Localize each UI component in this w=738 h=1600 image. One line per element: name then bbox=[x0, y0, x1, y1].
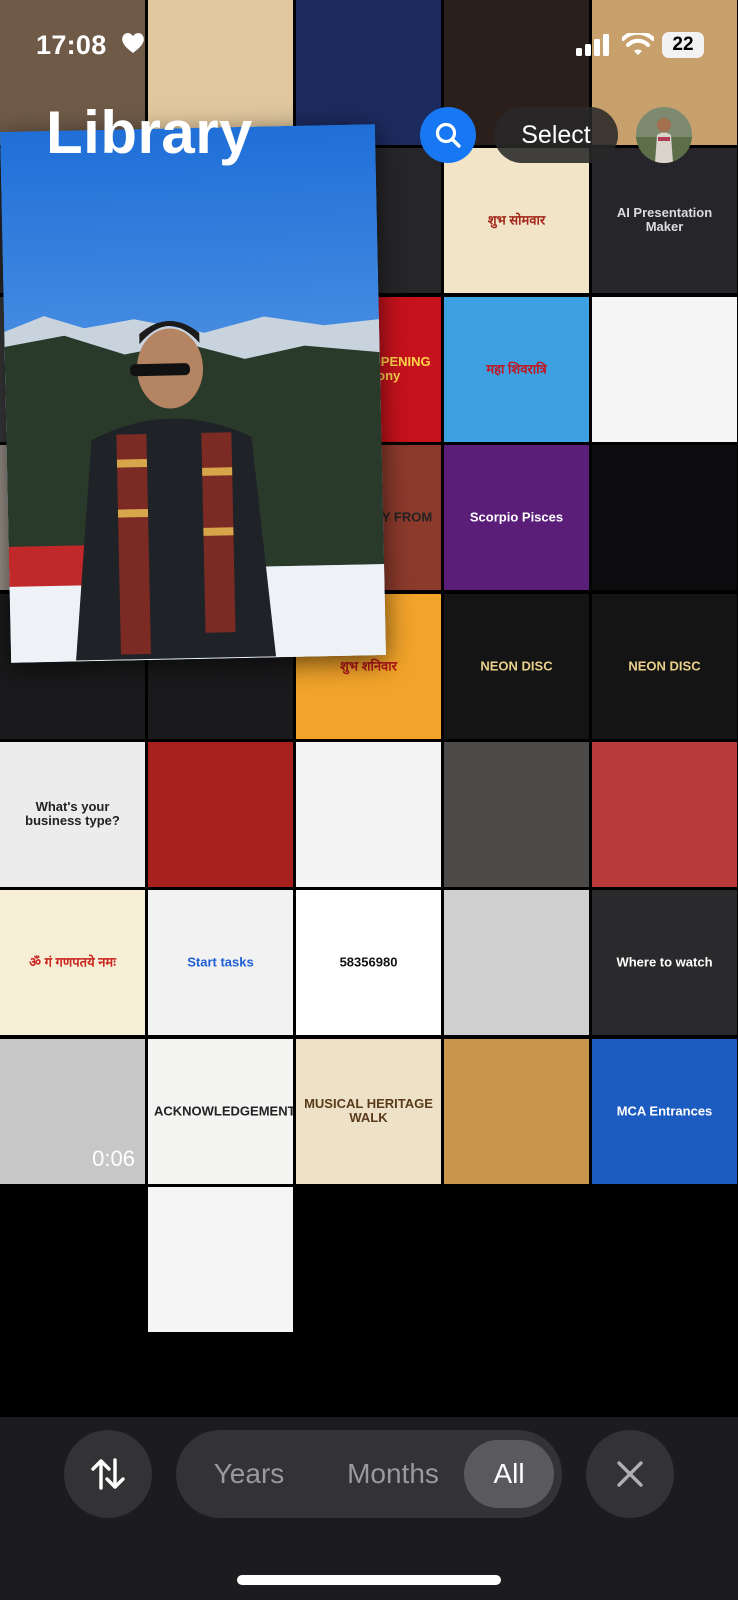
sort-arrows-icon bbox=[91, 1458, 125, 1490]
status-time: 17:08 bbox=[36, 30, 107, 60]
thumbnail-caption: AI Presentation Maker bbox=[616, 204, 713, 235]
segment-months[interactable]: Months bbox=[328, 1430, 458, 1518]
home-indicator bbox=[237, 1575, 501, 1585]
wifi-icon bbox=[622, 33, 654, 55]
photo-thumbnail[interactable]: ACKNOWLEDGEMENT bbox=[148, 1039, 293, 1184]
photo-thumbnail[interactable] bbox=[0, 1187, 145, 1332]
thumbnail-caption: What's your business type? bbox=[25, 798, 120, 829]
heart-icon bbox=[122, 33, 144, 53]
search-icon bbox=[435, 122, 461, 148]
photo-thumbnail[interactable] bbox=[592, 445, 737, 590]
featured-photo-image bbox=[0, 124, 387, 663]
thumbnail-caption: Start tasks bbox=[187, 954, 254, 970]
photo-thumbnail[interactable]: Where to watch bbox=[592, 890, 737, 1035]
sort-button[interactable] bbox=[64, 1430, 152, 1518]
photo-thumbnail[interactable]: महा शिवरात्रि bbox=[444, 297, 589, 442]
photo-thumbnail[interactable] bbox=[444, 742, 589, 887]
view-segmented-control: Years Months All bbox=[176, 1430, 562, 1518]
video-duration: 0:06 bbox=[92, 1146, 135, 1171]
featured-photo[interactable] bbox=[0, 124, 387, 663]
photo-thumbnail[interactable] bbox=[592, 297, 737, 442]
photo-thumbnail[interactable] bbox=[444, 1039, 589, 1184]
photo-thumbnail[interactable]: Start tasks bbox=[148, 890, 293, 1035]
photo-thumbnail[interactable]: NEON DISC bbox=[592, 594, 737, 739]
photo-thumbnail[interactable]: 0:06 bbox=[0, 1039, 145, 1184]
photo-thumbnail[interactable] bbox=[592, 742, 737, 887]
search-button[interactable] bbox=[420, 107, 476, 163]
photo-thumbnail[interactable]: MUSICAL HERITAGE WALK bbox=[296, 1039, 441, 1184]
avatar[interactable] bbox=[636, 107, 692, 163]
photo-thumbnail[interactable]: Scorpio Pisces bbox=[444, 445, 589, 590]
signal-icon bbox=[576, 34, 609, 56]
photo-thumbnail[interactable]: AI Presentation Maker bbox=[592, 148, 737, 293]
segment-all[interactable]: All bbox=[464, 1440, 554, 1508]
battery-indicator: 22 bbox=[662, 32, 704, 58]
close-button[interactable] bbox=[586, 1430, 674, 1518]
thumbnail-caption: NEON DISC bbox=[628, 658, 701, 674]
photo-thumbnail[interactable]: ॐ गं गणपतये नमः bbox=[0, 890, 145, 1035]
photo-thumbnail[interactable]: 58356980 bbox=[296, 890, 441, 1035]
photo-thumbnail[interactable]: What's your business type? bbox=[0, 742, 145, 887]
thumbnail-caption: NEON DISC bbox=[480, 658, 553, 674]
thumbnail-caption: MCA Entrances bbox=[616, 1103, 713, 1119]
thumbnail-caption: ACKNOWLEDGEMENT bbox=[154, 1103, 293, 1119]
segment-years[interactable]: Years bbox=[194, 1430, 304, 1518]
photo-thumbnail[interactable] bbox=[148, 742, 293, 887]
profile-avatar-image bbox=[636, 107, 692, 163]
page-title: Library bbox=[46, 99, 253, 166]
photo-thumbnail[interactable] bbox=[444, 890, 589, 1035]
photo-thumbnail[interactable]: NEON DISC bbox=[444, 594, 589, 739]
thumbnail-caption: शुभ शनिवार bbox=[340, 658, 397, 674]
photo-thumbnail[interactable] bbox=[296, 742, 441, 887]
photo-thumbnail[interactable]: शुभ सोमवार bbox=[444, 148, 589, 293]
thumbnail-caption: MUSICAL HERITAGE WALK bbox=[304, 1095, 433, 1126]
photo-thumbnail[interactable] bbox=[148, 1187, 293, 1332]
close-icon bbox=[617, 1461, 643, 1487]
thumbnail-caption: महा शिवरात्रि bbox=[486, 361, 547, 377]
thumbnail-caption: Scorpio Pisces bbox=[469, 509, 564, 525]
thumbnail-caption: शुभ सोमवार bbox=[487, 212, 546, 228]
status-bar: 17:08 22 bbox=[0, 0, 738, 90]
thumbnail-caption: ॐ गं गणपतये नमः bbox=[29, 954, 116, 970]
thumbnail-caption: 58356980 bbox=[339, 954, 398, 970]
thumbnail-caption: Where to watch bbox=[616, 954, 713, 970]
photo-thumbnail[interactable]: MCA Entrances bbox=[592, 1039, 737, 1184]
select-button[interactable]: Select bbox=[494, 107, 618, 163]
